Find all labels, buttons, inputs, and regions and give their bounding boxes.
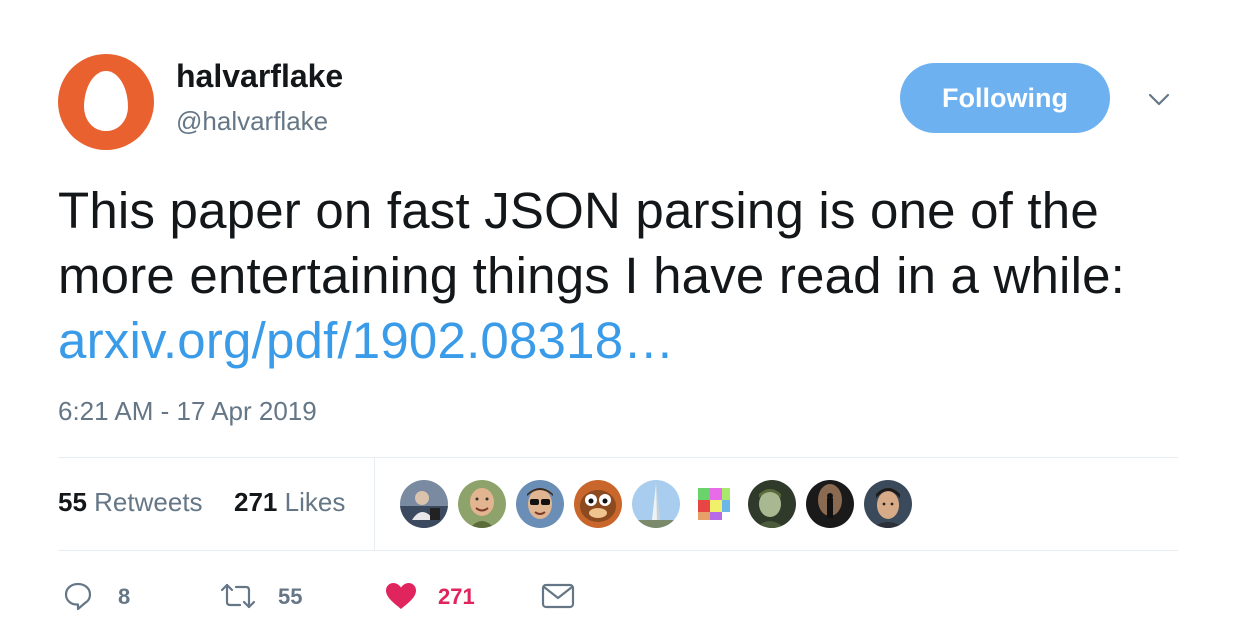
liker-avatar[interactable] bbox=[400, 480, 448, 528]
author-display-name[interactable]: halvarflake bbox=[176, 58, 343, 95]
tweet-text: This paper on fast JSON parsing is one o… bbox=[58, 178, 1188, 373]
like-count: 271 bbox=[438, 584, 475, 609]
likes-label: Likes bbox=[284, 487, 346, 517]
retweets-stat[interactable]: 55 Retweets bbox=[58, 487, 203, 518]
divider bbox=[58, 550, 1178, 551]
retweets-label: Retweets bbox=[94, 487, 203, 517]
reply-button[interactable]: 8 bbox=[62, 578, 142, 618]
chevron-down-icon[interactable] bbox=[1145, 86, 1173, 114]
tweet-timestamp[interactable]: 6:21 AM - 17 Apr 2019 bbox=[58, 396, 317, 427]
liker-avatar[interactable] bbox=[690, 480, 738, 528]
author-handle[interactable]: @halvarflake bbox=[176, 106, 328, 137]
egg-avatar-icon bbox=[84, 71, 128, 131]
tweet-card: halvarflake @halvarflake Following This … bbox=[0, 0, 1234, 640]
liker-avatar[interactable] bbox=[748, 480, 796, 528]
liker-avatar[interactable] bbox=[864, 480, 912, 528]
likes-count: 271 bbox=[234, 487, 278, 517]
liker-avatar[interactable] bbox=[516, 480, 564, 528]
retweet-button[interactable]: 55 bbox=[218, 578, 318, 618]
tweet-link[interactable]: arxiv.org/pdf/1902.08318… bbox=[58, 312, 674, 369]
retweet-icon bbox=[220, 583, 256, 609]
divider bbox=[374, 457, 375, 550]
heart-icon bbox=[386, 583, 416, 609]
reply-icon bbox=[64, 582, 92, 611]
liker-avatar[interactable] bbox=[632, 480, 680, 528]
like-button[interactable]: 271 bbox=[384, 578, 494, 618]
retweet-count: 55 bbox=[278, 584, 303, 609]
reply-count: 8 bbox=[118, 584, 131, 609]
divider bbox=[58, 457, 1178, 458]
retweets-count: 55 bbox=[58, 487, 87, 517]
tweet-body: This paper on fast JSON parsing is one o… bbox=[58, 182, 1126, 304]
following-button[interactable]: Following bbox=[900, 63, 1110, 133]
liker-avatar[interactable] bbox=[806, 480, 854, 528]
author-avatar[interactable] bbox=[58, 54, 154, 150]
likes-stat[interactable]: 271 Likes bbox=[234, 487, 345, 518]
liker-avatar[interactable] bbox=[458, 480, 506, 528]
direct-message-button[interactable] bbox=[540, 578, 580, 618]
envelope-icon bbox=[541, 583, 575, 609]
liker-avatar[interactable] bbox=[574, 480, 622, 528]
